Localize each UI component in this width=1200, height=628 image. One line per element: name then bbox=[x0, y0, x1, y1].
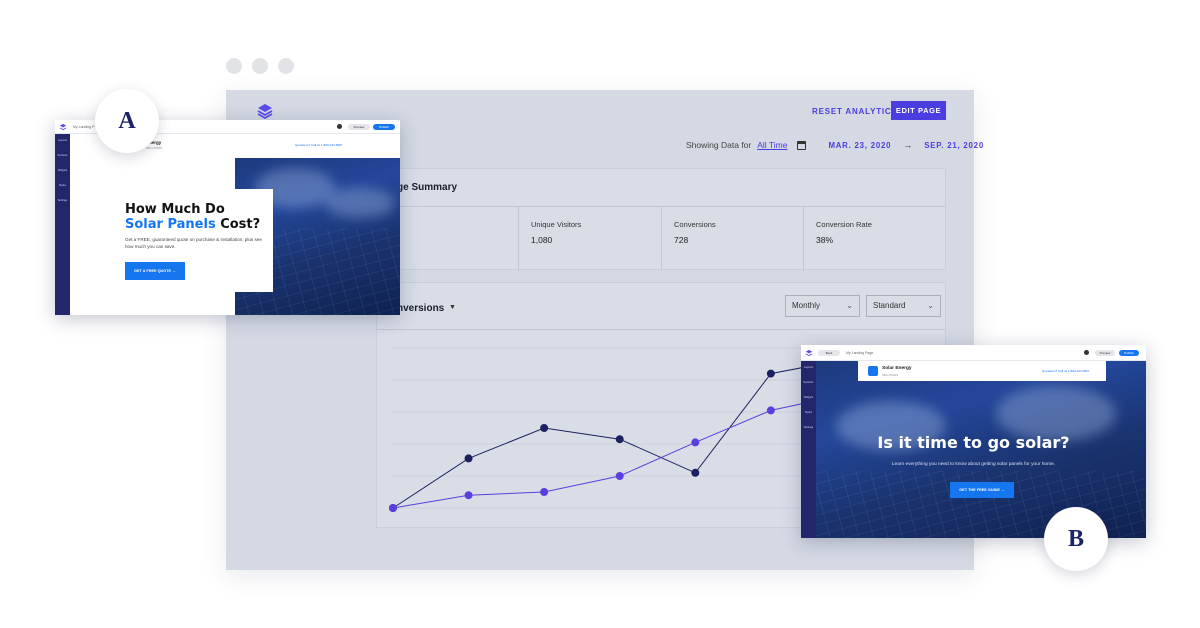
mode-select[interactable]: Standard ⌄ bbox=[866, 295, 941, 317]
brand-logo-icon bbox=[868, 366, 878, 376]
layers-logo-icon bbox=[59, 123, 67, 131]
stat-conversion-rate: Conversion Rate 38% bbox=[804, 206, 947, 271]
date-range: Showing Data for All Time MAR. 23, 2020 … bbox=[686, 140, 984, 150]
hero-headline: Is it time to go solar? bbox=[877, 433, 1070, 452]
editor-sidebar: Layouts Sections Widgets Styles Settings bbox=[55, 134, 70, 315]
summary-title: ge Summary bbox=[397, 182, 458, 193]
edit-page-button[interactable]: EDIT PAGE bbox=[891, 101, 946, 120]
stat-unique-visitors: Unique Visitors 1,080 bbox=[519, 206, 662, 271]
page-name: My Landing Page bbox=[846, 351, 874, 355]
layers-logo-icon bbox=[805, 349, 813, 357]
hero-subtext: Learn everything you need to know about … bbox=[891, 462, 1056, 467]
brand-tagline: SOLUTIONS bbox=[882, 373, 899, 377]
arrow-right-icon: → bbox=[903, 140, 913, 150]
sidebar-item-widgets[interactable]: Widgets bbox=[803, 396, 814, 399]
headline-part: How Much Do bbox=[125, 202, 225, 217]
brand-name: Solar Energy bbox=[882, 366, 912, 371]
stat-label: Conversion Rate bbox=[816, 220, 872, 229]
data-point[interactable] bbox=[691, 438, 700, 447]
conversions-title: nversions bbox=[397, 303, 445, 314]
variant-a-badge: A bbox=[95, 89, 159, 153]
help-icon[interactable] bbox=[1084, 350, 1089, 355]
data-point[interactable] bbox=[464, 454, 473, 463]
sidebar-item-widgets[interactable]: Widgets bbox=[57, 169, 68, 172]
stat-label: Conversions bbox=[674, 220, 716, 229]
mode-select-value: Standard bbox=[873, 301, 906, 310]
end-date[interactable]: SEP. 21, 2020 bbox=[924, 141, 984, 150]
all-time-link[interactable]: All Time bbox=[757, 140, 787, 150]
calendar-icon[interactable] bbox=[797, 140, 807, 150]
brand-tagline: SOLUTIONS bbox=[146, 146, 163, 150]
landing-nav: Solar Energy SOLUTIONS Questions? Call u… bbox=[858, 361, 1106, 381]
variant-b-badge: B bbox=[1044, 507, 1108, 571]
sidebar-item-styles[interactable]: Styles bbox=[803, 411, 814, 414]
data-point[interactable] bbox=[540, 424, 549, 432]
reset-analytics-button[interactable]: RESET ANALYTICS bbox=[812, 102, 898, 122]
sidebar-item-settings[interactable]: Settings bbox=[57, 199, 68, 202]
variant-a-screenshot: My Landing P Preview Publish Layouts Sec… bbox=[55, 120, 400, 315]
sidebar-item-layouts[interactable]: Layouts bbox=[803, 366, 814, 369]
phone-label: Questions? Call us 1-800-123-5687 bbox=[295, 143, 343, 147]
variant-b-screenshot: Back My Landing Page Preview Publish Lay… bbox=[801, 345, 1146, 538]
stat-conversions: Conversions 728 bbox=[662, 206, 804, 271]
back-button[interactable]: Back bbox=[818, 350, 840, 356]
headline-highlight: Solar Panels bbox=[125, 217, 216, 232]
caret-down-icon[interactable]: ▼ bbox=[449, 304, 456, 311]
hero-content-box: How Much Do Solar Panels Cost? Get a FRE… bbox=[110, 189, 273, 292]
data-point[interactable] bbox=[766, 369, 775, 378]
period-select[interactable]: Monthly ⌄ bbox=[785, 295, 860, 317]
data-point[interactable] bbox=[766, 406, 775, 415]
start-date[interactable]: MAR. 23, 2020 bbox=[828, 141, 891, 150]
publish-button[interactable]: Publish bbox=[1119, 350, 1139, 356]
period-select-value: Monthly bbox=[792, 301, 821, 310]
phone-label: Questions? Call us 1-800-123-5687 bbox=[1042, 369, 1090, 373]
editor-topbar: Back My Landing Page Preview Publish bbox=[801, 345, 1146, 361]
stat-label: Unique Visitors bbox=[531, 220, 582, 229]
window-dot bbox=[278, 58, 294, 74]
layers-logo-icon bbox=[257, 104, 273, 120]
window-dot bbox=[226, 58, 242, 74]
data-point[interactable] bbox=[389, 504, 397, 512]
sidebar-item-sections[interactable]: Sections bbox=[803, 381, 814, 384]
page-summary-card: ge Summary ws 20 Unique Visitors 1,080 C… bbox=[376, 168, 947, 271]
stat-value: 728 bbox=[674, 235, 689, 245]
stage: RESET ANALYTICS EDIT PAGE Showing Data f… bbox=[0, 0, 1200, 628]
preview-button[interactable]: Preview bbox=[348, 124, 370, 130]
publish-button[interactable]: Publish bbox=[373, 124, 395, 130]
get-free-quote-button[interactable]: GET A FREE QUOTE → bbox=[125, 262, 185, 280]
data-point[interactable] bbox=[691, 468, 700, 477]
hero-headline: How Much Do Solar Panels Cost? bbox=[125, 202, 265, 232]
headline-part: Cost? bbox=[215, 217, 261, 232]
data-point[interactable] bbox=[464, 491, 473, 500]
sidebar-item-layouts[interactable]: Layouts bbox=[57, 139, 68, 142]
page-name: My Landing P bbox=[73, 125, 95, 129]
showing-data-label: Showing Data for bbox=[686, 140, 752, 150]
window-controls bbox=[226, 58, 294, 74]
preview-button[interactable]: Preview bbox=[1095, 350, 1115, 356]
sidebar-item-sections[interactable]: Sections bbox=[57, 154, 68, 157]
sidebar-item-settings[interactable]: Settings bbox=[803, 426, 814, 429]
data-point[interactable] bbox=[540, 488, 549, 496]
chevron-down-icon: ⌄ bbox=[846, 301, 853, 310]
chevron-down-icon: ⌄ bbox=[927, 301, 934, 310]
data-point[interactable] bbox=[615, 435, 624, 444]
data-point[interactable] bbox=[615, 472, 624, 480]
help-icon[interactable] bbox=[337, 124, 342, 129]
window-dot bbox=[252, 58, 268, 74]
stat-value: 38% bbox=[816, 235, 834, 245]
sidebar-item-styles[interactable]: Styles bbox=[57, 184, 68, 187]
get-free-guide-button[interactable]: GET THE FREE GUIDE → bbox=[950, 482, 1014, 498]
hero-subtext: Get a FREE, guaranteed quote on purchase… bbox=[125, 237, 262, 249]
stat-value: 1,080 bbox=[531, 235, 553, 245]
